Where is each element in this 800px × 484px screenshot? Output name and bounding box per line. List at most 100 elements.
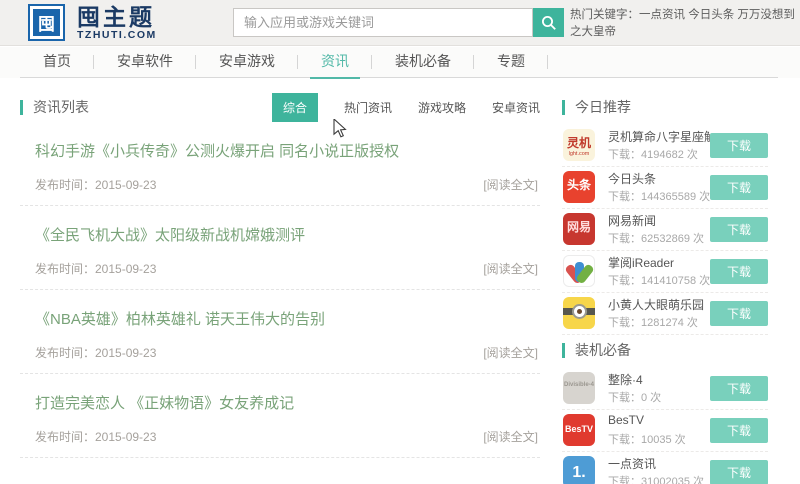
app-download-count: 下载：4194682 次 xyxy=(608,146,698,162)
nav-item-label: 首页 xyxy=(43,53,71,69)
app-icon-text: 头条 xyxy=(563,171,595,193)
app-name[interactable]: 一点资讯 xyxy=(608,455,710,472)
nav-item-label: 专题 xyxy=(497,53,525,69)
news-item-title[interactable]: 《全民飞机大战》太阳级新战机嫦娥测评 xyxy=(35,224,538,245)
site-domain: TZHUTI.COM xyxy=(77,29,157,41)
app-icon-text: 网易 xyxy=(563,213,595,235)
search-button[interactable] xyxy=(533,8,564,37)
logo-text: 囤主题 TZHUTI.COM xyxy=(77,5,157,41)
news-section-title: 资讯列表 xyxy=(20,100,89,115)
news-filter-tab[interactable]: 热门资讯 xyxy=(344,99,392,116)
nav-item[interactable]: 首页 xyxy=(20,47,94,78)
nav-item-label: 装机必备 xyxy=(395,53,451,69)
logo-icon: 囤 xyxy=(28,4,65,41)
sidebar-section: 装机必备 Divisible-4 整除·4 下载：0 次 下载 BesTV Be… xyxy=(562,343,768,484)
news-item-date: 发布时间：2015-09-23 xyxy=(35,176,156,193)
sidebar-app-rows: Divisible-4 整除·4 下载：0 次 下载 BesTV BesTV 下… xyxy=(562,368,768,484)
news-item: 科幻手游《小兵传奇》公测火爆开启 同名小说正版授权 发布时间：2015-09-2… xyxy=(20,122,540,206)
app-name[interactable]: BesTV xyxy=(608,413,710,427)
app-name[interactable]: 整除·4 xyxy=(608,371,710,388)
app-row: Divisible-4 整除·4 下载：0 次 下载 xyxy=(562,368,768,410)
nav-item-label: 安卓游戏 xyxy=(219,53,275,69)
news-item: 《NBA英雄》柏林英雄礼 诺天王伟大的告别 发布时间：2015-09-23 [阅… xyxy=(20,290,540,374)
app-icon[interactable]: BesTV xyxy=(563,414,595,446)
app-download-count: 下载：144365589 次 xyxy=(608,188,710,204)
nav-item[interactable]: 资讯 xyxy=(298,47,372,78)
app-download-count: 下载：1281274 次 xyxy=(608,314,698,330)
app-row: 头条 今日头条 下载：144365589 次 下载 xyxy=(562,167,768,209)
news-list-header: 资讯列表 综合 热门资讯 游戏攻略 安卓资讯 xyxy=(20,92,540,122)
app-download-count: 下载：10035 次 xyxy=(608,431,686,447)
news-item: 打造完美恋人 《正妹物语》女友养成记 发布时间：2015-09-23 [阅读全文… xyxy=(20,374,540,458)
news-filter-tab[interactable]: 游戏攻略 xyxy=(418,99,466,116)
download-button[interactable]: 下载 xyxy=(710,418,768,443)
app-download-count: 下载：141410758 次 xyxy=(608,272,710,288)
nav-item[interactable]: 装机必备 xyxy=(372,47,474,78)
read-more-link[interactable]: [阅读全文] xyxy=(483,428,538,445)
app-download-count: 下载：62532869 次 xyxy=(608,230,704,246)
read-more-link[interactable]: [阅读全文] xyxy=(483,176,538,193)
app-icon[interactable]: 网易 xyxy=(563,213,595,245)
sidebar-section-title: 今日推荐 xyxy=(562,100,768,115)
app-icon-text: BesTV xyxy=(563,414,595,434)
site-logo[interactable]: 囤 囤主题 TZHUTI.COM xyxy=(28,4,157,41)
app-name[interactable]: 掌阅iReader xyxy=(608,254,710,271)
site-title: 囤主题 xyxy=(77,5,157,29)
download-button[interactable]: 下载 xyxy=(710,217,768,242)
app-row: 小黄人大眼萌乐园 下载：1281274 次 下载 xyxy=(562,293,768,335)
nav-items: 首页 安卓软件 安卓游戏 资讯 装机必备 专题 xyxy=(20,47,778,78)
logo-glyph: 囤 xyxy=(33,9,60,36)
nav-item[interactable]: 安卓游戏 xyxy=(196,47,298,78)
top-bar: 囤 囤主题 TZHUTI.COM 热门关键字：一点资讯 今日头条 万万没想到之大… xyxy=(0,0,800,46)
news-item-date: 发布时间：2015-09-23 xyxy=(35,344,156,361)
download-button[interactable]: 下载 xyxy=(710,133,768,158)
read-more-link[interactable]: [阅读全文] xyxy=(483,260,538,277)
news-filter-tab[interactable]: 综合 xyxy=(272,93,318,122)
app-row: 灵机 lght.com 灵机算命八字星座解梦风 下载：4194682 次 下载 xyxy=(562,125,768,167)
news-item-date: 发布时间：2015-09-23 xyxy=(35,260,156,277)
app-icon[interactable]: 灵机 lght.com xyxy=(563,129,595,161)
download-button[interactable]: 下载 xyxy=(710,376,768,401)
app-row: 1. 一点资讯 下载：31002035 次 下载 xyxy=(562,452,768,484)
news-column: 资讯列表 综合 热门资讯 游戏攻略 安卓资讯 科幻手游《小兵传奇》公测火爆开启 同名小… xyxy=(20,92,540,458)
news-item-title[interactable]: 《NBA英雄》柏林英雄礼 诺天王伟大的告别 xyxy=(35,308,538,329)
news-item-meta: 发布时间：2015-09-23 [阅读全文] xyxy=(35,344,538,361)
app-icon[interactable] xyxy=(563,255,595,287)
app-name[interactable]: 网易新闻 xyxy=(608,212,710,229)
app-download-count: 下载：31002035 次 xyxy=(608,473,704,484)
nav-item-label: 安卓软件 xyxy=(117,53,173,69)
download-button[interactable]: 下载 xyxy=(710,301,768,326)
news-item-title[interactable]: 打造完美恋人 《正妹物语》女友养成记 xyxy=(35,392,538,413)
download-button[interactable]: 下载 xyxy=(710,175,768,200)
download-button[interactable]: 下载 xyxy=(710,259,768,284)
app-icon[interactable]: Divisible-4 xyxy=(563,372,595,404)
app-name[interactable]: 今日头条 xyxy=(608,170,710,187)
search-icon xyxy=(541,15,557,31)
app-row: 网易 网易新闻 下载：62532869 次 下载 xyxy=(562,209,768,251)
nav-item[interactable]: 安卓软件 xyxy=(94,47,196,78)
news-item-title[interactable]: 科幻手游《小兵传奇》公测火爆开启 同名小说正版授权 xyxy=(35,140,538,161)
news-item-meta: 发布时间：2015-09-23 [阅读全文] xyxy=(35,260,538,277)
app-icon[interactable]: 头条 xyxy=(563,171,595,203)
search-input[interactable] xyxy=(233,8,533,37)
hot-keywords-label: 热门关键字： xyxy=(570,9,639,21)
app-icon[interactable] xyxy=(563,297,595,329)
news-filter-tab[interactable]: 安卓资讯 xyxy=(492,99,540,116)
app-row: 掌阅iReader 下载：141410758 次 下载 xyxy=(562,251,768,293)
news-item-date: 发布时间：2015-09-23 xyxy=(35,428,156,445)
hot-keywords: 热门关键字：一点资讯 今日头条 万万没想到之大皇帝 xyxy=(570,7,800,41)
news-item-meta: 发布时间：2015-09-23 [阅读全文] xyxy=(35,428,538,445)
download-button[interactable]: 下载 xyxy=(710,460,768,484)
nav-item-label: 资讯 xyxy=(321,53,349,69)
sidebar-section-title: 装机必备 xyxy=(562,343,768,358)
app-download-count: 下载：0 次 xyxy=(608,389,661,405)
app-icon-text: 1. xyxy=(563,456,595,482)
app-name[interactable]: 灵机算命八字星座解梦风 xyxy=(608,128,710,145)
news-item-meta: 发布时间：2015-09-23 [阅读全文] xyxy=(35,176,538,193)
sidebar: 今日推荐 灵机 lght.com 灵机算命八字星座解梦风 下载：4194682 … xyxy=(562,92,768,484)
app-icon[interactable]: 1. xyxy=(563,456,595,484)
news-filters: 综合 热门资讯 游戏攻略 安卓资讯 xyxy=(272,93,540,122)
read-more-link[interactable]: [阅读全文] xyxy=(483,344,538,361)
nav-item[interactable]: 专题 xyxy=(474,47,548,78)
app-name[interactable]: 小黄人大眼萌乐园 xyxy=(608,296,710,313)
